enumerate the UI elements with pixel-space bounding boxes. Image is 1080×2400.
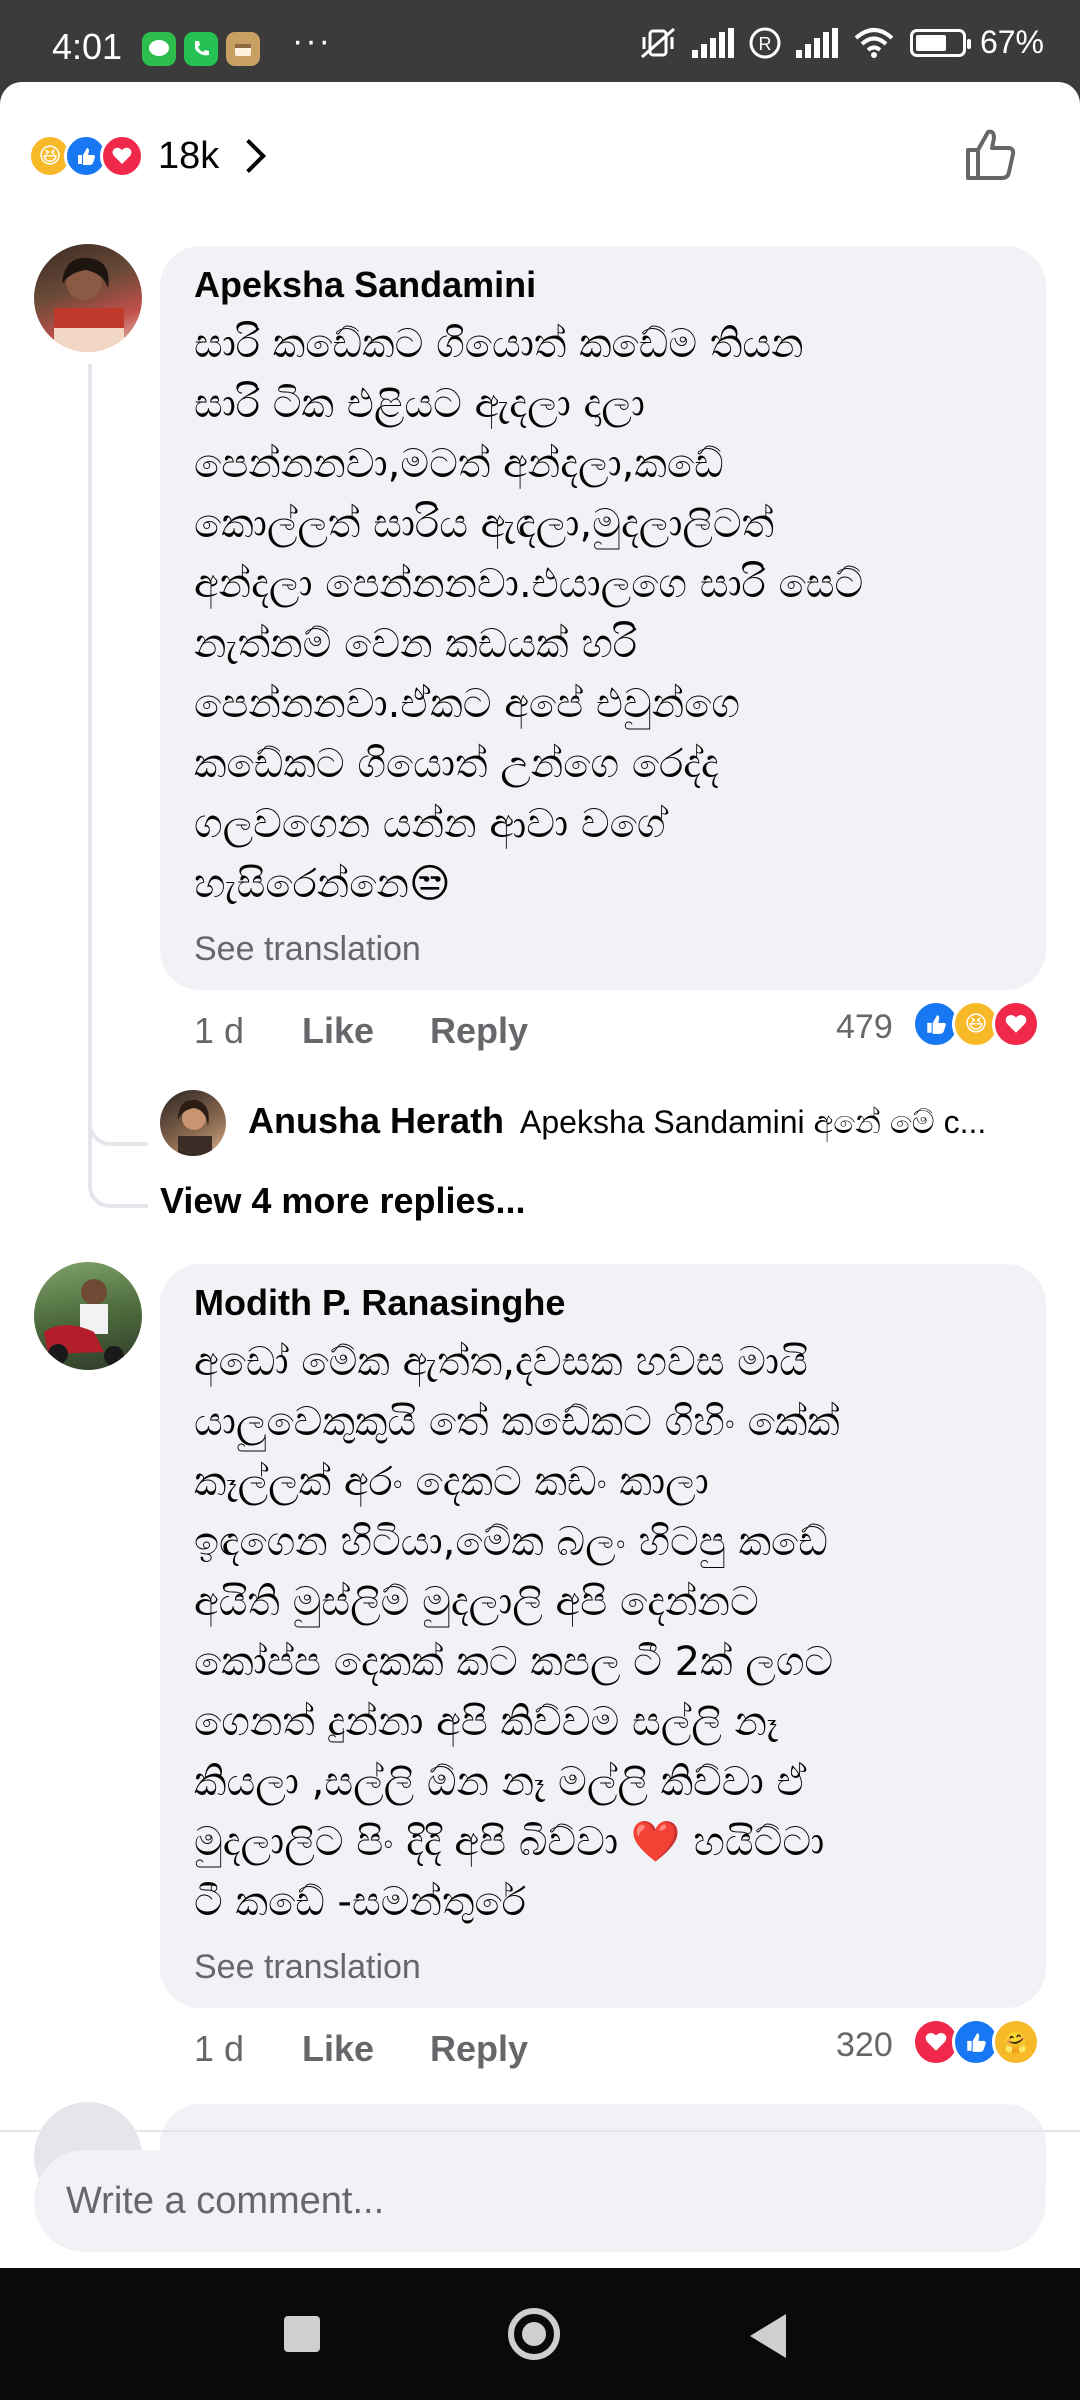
comment-input[interactable]: Write a comment... [34,2150,1046,2252]
vibrate-off-icon [640,27,675,58]
roaming-icon: R [749,27,781,58]
comment-reactions[interactable]: 🤗 [912,2018,1040,2066]
comment-line: පෙන්නනවා,මටත් අන්දලා,කඩේ [194,441,724,487]
comment-line: යාලුවෙකුකුයි තේ කඩේකට ගිහිං කේක් [194,1399,840,1445]
comment-line: අයිති මුස්ලිම් මුදලාලි අපි දෙන්නට [194,1579,759,1625]
comment-reaction-count[interactable]: 320 [836,2026,893,2065]
comment-age: 1 d [194,1010,245,1051]
chevron-right-icon [232,139,267,173]
comment-line: කෑල්ලක් අරං දෙකට කඩං කාලා [194,1459,709,1505]
avatar[interactable] [34,244,142,352]
comment-line: හැසිරෙන්නෙ😒 [194,861,451,907]
phone-app-icon [184,32,218,66]
recents-button[interactable] [284,2316,320,2352]
like-button[interactable]: Like [302,2028,374,2070]
comment-line: නැත්නම් වෙන කඩයක් හරි [194,621,637,667]
thread-line [88,364,148,1208]
comment-text: සාරි කඩේකට ගියොත් කඩේම තියන සාරි ටික එළි… [194,314,1024,914]
comment-line: ටී කඩේ -සමන්තුරේ [194,1879,526,1925]
comment-line: සාරි ටික එළියට ඇදලා දාලා [194,381,645,427]
comment-author[interactable]: Apeksha Sandamini [194,264,536,306]
comment-line: කෝප්ප දෙකක් කට කපල ටී 2ක් ලගට [194,1639,834,1685]
comment-line: සාරි කඩේකට ගියොත් කඩේම තියන [194,321,804,367]
comment-text: අඩෝ මේක ඇත්ත,දවසක හවස මායි යාලුවෙකුකුයි … [194,1332,1034,1932]
like-button[interactable]: Like [302,1010,374,1052]
comments-sheet: 😆 18k Apeksha Sandamini සාරි කඩේකට ගියොත… [0,82,1080,2268]
system-navigation-bar [0,2268,1080,2400]
see-translation-link[interactable]: See translation [194,1948,421,1987]
comment-age: 1 d [194,2028,245,2069]
comment-line: ගෙනත් දුන්නා අපි කිව්වම සල්ලි නෑ [194,1699,779,1745]
battery-percent: 67% [979,24,1044,60]
notification-icons [142,32,260,66]
comment-input-placeholder: Write a comment... [66,2179,385,2222]
system-status-icons: R 67% [638,24,1044,61]
status-time: 4:01 [52,26,123,67]
signal-1-icon [691,27,734,58]
comment-line: අන්දලා පෙන්නනවා.එයාලගෙ සාරි සෙට් [194,561,864,607]
status-bar: 4:01 ··· R 67% [0,0,1080,82]
comment-line: කොල්ලත් සාරිය ඇඳලා,මුදලාලිටත් [194,501,775,547]
composer-divider [0,2130,1080,2132]
comment-reactions[interactable]: 😆 [912,1000,1040,1048]
comment-line: පෙන්නනවා.ඒකට අපේ එවුන්ගෙ [194,681,741,727]
avatar[interactable] [34,1262,142,1370]
battery-icon [909,28,971,57]
reactions-count: 18k [158,134,220,177]
reply-snippet[interactable]: Apeksha Sandamini අනේ මේ c... [520,1104,1050,1142]
more-notifications-icon: ··· [292,22,332,60]
message-app-icon [142,32,176,66]
reply-button[interactable]: Reply [430,2028,528,2070]
comment-line: මුදලාලිට පිං දිදි අපි බිව්වා ❤️ හයිට්ටා [194,1819,825,1865]
back-button[interactable] [750,2314,786,2358]
comment-line: කඩේකට ගියොත් උන්ගෙ රෙද්ද [194,741,719,787]
comment-author[interactable]: Modith P. Ranasinghe [194,1282,565,1324]
wifi-icon [854,27,894,58]
comment-reaction-count[interactable]: 479 [836,1008,893,1047]
love-reaction-icon [100,134,144,178]
signal-2-icon [795,27,838,58]
comment-line: ඉඳගෙන හිටියා,මේක බලං හිටපු කඩේ [194,1519,828,1565]
see-translation-link[interactable]: See translation [194,930,421,969]
care-reaction-icon: 🤗 [992,2018,1040,2066]
comment-line: කියලා ,සල්ලි ඕන නෑ මල්ලි කිව්වා ඒ [194,1759,807,1805]
avatar[interactable] [160,1090,226,1156]
reply-button[interactable]: Reply [430,1010,528,1052]
package-app-icon [226,32,260,66]
love-reaction-icon [992,1000,1040,1048]
thread-connector [88,1102,148,1146]
comment-line: ගලවගෙන යන්න ආවා වගේ [194,801,666,847]
comment-line: අඩෝ මේක ඇත්ත,දවසක හවස මායි [194,1339,808,1385]
home-button[interactable] [508,2308,560,2360]
reply-author[interactable]: Anusha Herath [248,1100,504,1142]
like-post-icon[interactable] [960,122,1024,186]
view-more-replies-link[interactable]: View 4 more replies... [160,1180,526,1222]
reactions-summary[interactable]: 😆 18k [28,122,267,190]
svg-text:R: R [758,34,771,54]
